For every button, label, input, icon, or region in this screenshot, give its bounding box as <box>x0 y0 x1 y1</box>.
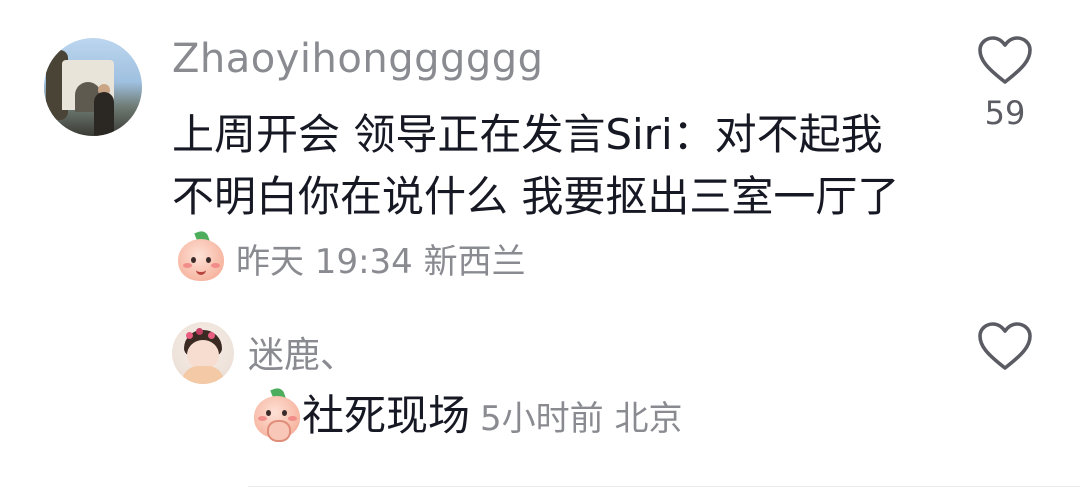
heart-icon[interactable] <box>970 36 1040 86</box>
reply-time: 5小时前 <box>480 399 604 439</box>
replier-username[interactable]: 迷鹿、 <box>248 326 356 378</box>
comment-like[interactable]: 59 <box>970 36 1040 132</box>
reply-location: 北京 <box>614 399 683 439</box>
comment-text: 上周开会 领导正在发言Siri：对不起我不明白你在说什么 我要抠出三室一厅了 <box>172 110 900 221</box>
divider <box>248 486 1080 487</box>
blushing-peach-emoji-icon <box>252 386 302 442</box>
comment-body: 上周开会 领导正在发言Siri：对不起我不明白你在说什么 我要抠出三室一厅了昨天… <box>172 104 912 293</box>
reply-body: 社死现场 5小时前 北京 <box>248 386 682 447</box>
replier-avatar[interactable] <box>172 322 234 384</box>
comment-time: 昨天 19:34 <box>236 242 413 282</box>
reply-text: 社死现场 <box>302 391 471 440</box>
comment-meta: 昨天 19:34 新西兰 <box>236 242 526 282</box>
commenter-avatar[interactable] <box>44 38 142 136</box>
reply-meta: 5小时前 北京 <box>480 399 682 439</box>
commenter-username[interactable]: Zhaoyihongggggg <box>172 36 544 82</box>
reply-like[interactable] <box>970 322 1040 372</box>
comment-location: 新西兰 <box>423 242 526 282</box>
smiling-peach-emoji-icon <box>176 229 226 281</box>
heart-icon[interactable] <box>970 322 1040 372</box>
like-count: 59 <box>984 94 1026 132</box>
